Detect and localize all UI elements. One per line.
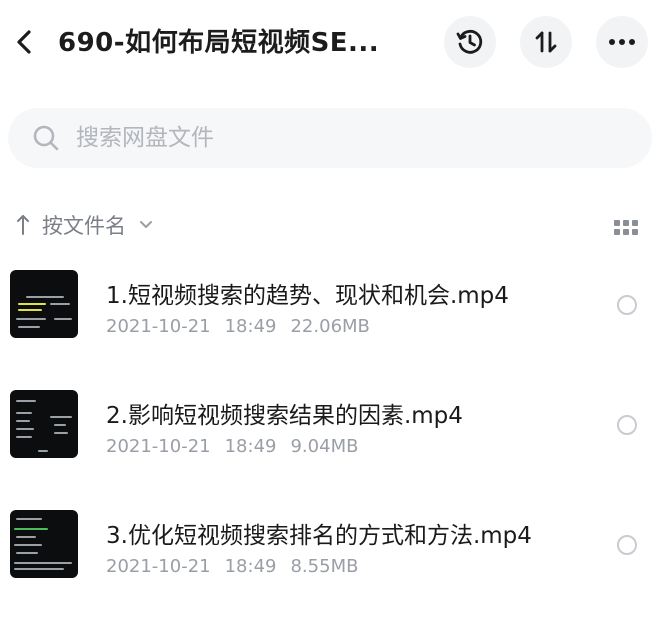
more-dots-icon bbox=[609, 39, 635, 45]
file-time: 18:49 bbox=[224, 316, 277, 337]
file-date: 2021-10-21 bbox=[106, 316, 211, 337]
file-meta: 2021-10-21 18:49 9.04MB bbox=[106, 436, 358, 457]
back-button[interactable] bbox=[8, 26, 40, 58]
sort-row: 按文件名 bbox=[0, 204, 668, 248]
sort-button[interactable] bbox=[520, 16, 572, 68]
sort-updown-icon bbox=[535, 31, 557, 53]
file-list-item[interactable]: 1.短视频搜索的趋势、现状和机会.mp4 2021-10-21 18:49 22.0… bbox=[0, 256, 668, 356]
top-bar: 690-如何布局短视频SE... bbox=[0, 0, 668, 86]
select-checkbox[interactable] bbox=[617, 295, 637, 315]
file-date: 2021-10-21 bbox=[106, 556, 211, 577]
file-list-item[interactable]: 3.优化短视频搜索排名的方式和方法.mp4 2021-10-21 18:49 8.5… bbox=[0, 496, 668, 596]
file-size: 22.06MB bbox=[290, 316, 370, 337]
sort-label: 按文件名 bbox=[42, 214, 126, 238]
arrow-up-icon bbox=[12, 211, 34, 239]
select-checkbox[interactable] bbox=[617, 535, 637, 555]
search-input[interactable] bbox=[76, 125, 596, 151]
file-size: 8.55MB bbox=[290, 556, 359, 577]
file-name: 2.影响短视频搜索结果的因素.mp4 bbox=[106, 403, 463, 429]
file-meta: 2021-10-21 18:49 8.55MB bbox=[106, 556, 358, 577]
video-thumbnail bbox=[10, 270, 78, 338]
history-clock-icon bbox=[456, 29, 483, 54]
video-thumbnail bbox=[10, 510, 78, 578]
sort-by-name-toggle[interactable]: 按文件名 bbox=[12, 210, 154, 240]
file-time: 18:49 bbox=[224, 436, 277, 457]
grid-view-button[interactable] bbox=[612, 216, 640, 240]
chevron-down-icon bbox=[138, 217, 154, 233]
chevron-left-icon bbox=[17, 30, 31, 54]
file-name: 3.优化短视频搜索排名的方式和方法.mp4 bbox=[106, 523, 532, 549]
file-date: 2021-10-21 bbox=[106, 436, 211, 457]
grid-view-icon bbox=[614, 220, 638, 235]
select-checkbox[interactable] bbox=[617, 415, 637, 435]
video-thumbnail bbox=[10, 390, 78, 458]
page-title: 690-如何布局短视频SE... bbox=[58, 28, 380, 58]
history-button[interactable] bbox=[444, 16, 496, 68]
file-name: 1.短视频搜索的趋势、现状和机会.mp4 bbox=[106, 283, 509, 309]
search-icon bbox=[32, 124, 60, 152]
file-list-item[interactable]: 2.影响短视频搜索结果的因素.mp4 2021-10-21 18:49 9.04MB bbox=[0, 376, 668, 476]
more-button[interactable] bbox=[596, 16, 648, 68]
file-time: 18:49 bbox=[224, 556, 277, 577]
file-size: 9.04MB bbox=[290, 436, 359, 457]
file-meta: 2021-10-21 18:49 22.06MB bbox=[106, 316, 370, 337]
search-bar[interactable] bbox=[8, 108, 652, 168]
